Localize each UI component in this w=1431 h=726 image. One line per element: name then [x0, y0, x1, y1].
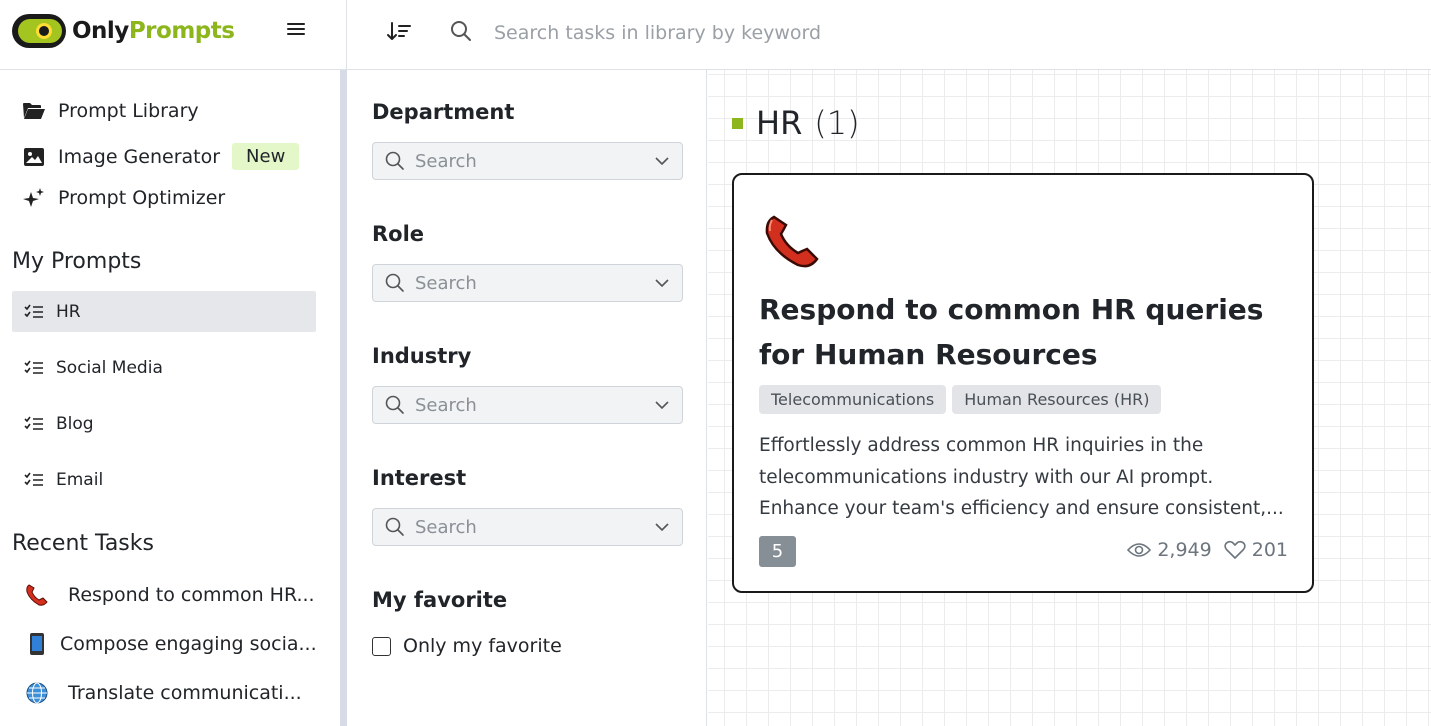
telephone-receiver-icon [24, 582, 50, 608]
views-stat: 2,949 [1127, 539, 1212, 561]
top-bar: OnlyPrompts [0, 0, 1431, 70]
group-marker [732, 117, 743, 129]
views-count: 2,949 [1157, 539, 1212, 561]
my-prompt-social-media[interactable]: Social Media [12, 347, 316, 388]
search-icon [385, 517, 404, 536]
telephone-receiver-icon [765, 215, 819, 268]
checklist-icon [24, 304, 46, 320]
search-input[interactable] [494, 18, 1094, 48]
recent-tasks-heading: Recent Tasks [12, 531, 154, 556]
card-description: Effortlessly address common HR inquiries… [759, 435, 1284, 519]
recent-task-item[interactable]: Respond to common HR... [12, 582, 315, 608]
nav-label: Image Generator [58, 145, 221, 168]
filter-panel: Department Search Role Search Industry S… [347, 70, 707, 726]
group-heading: HR (1) [732, 104, 860, 142]
my-prompt-label: Blog [56, 413, 94, 434]
chevron-down-icon [655, 279, 669, 288]
my-prompt-label: Social Media [56, 357, 163, 378]
nav-prompt-library[interactable]: Prompt Library [12, 100, 199, 122]
my-prompt-blog[interactable]: Blog [12, 403, 316, 444]
globe-icon [24, 680, 50, 706]
my-prompt-hr[interactable]: HR [12, 291, 316, 332]
select-placeholder: Search [415, 150, 477, 172]
role-filter-label: Role [372, 222, 425, 246]
select-placeholder: Search [415, 272, 477, 294]
logo-icon [12, 14, 66, 48]
department-filter-label: Department [372, 100, 515, 124]
recent-task-label: Respond to common HR... [68, 584, 315, 606]
favorite-checkbox[interactable] [372, 636, 391, 656]
select-placeholder: Search [415, 394, 477, 416]
card-tags: Telecommunications Human Resources (HR) [759, 385, 1162, 414]
industry-select[interactable]: Search [372, 386, 683, 424]
search-icon [451, 21, 471, 41]
card-stats: 2,949 201 [1127, 539, 1288, 561]
favorite-filter-label: My favorite [372, 588, 508, 612]
search-icon [385, 151, 404, 170]
prompt-count-badge: 5 [759, 536, 796, 567]
logo-text: OnlyPrompts [72, 18, 235, 44]
menu-icon[interactable] [287, 20, 307, 40]
likes-stat[interactable]: 201 [1224, 539, 1288, 561]
department-select[interactable]: Search [372, 142, 683, 180]
chevron-down-icon [655, 523, 669, 532]
new-badge: New [232, 143, 300, 170]
recent-task-label: Compose engaging socia... [60, 633, 317, 655]
chevron-down-icon [655, 157, 669, 166]
role-select[interactable]: Search [372, 264, 683, 302]
interest-filter-label: Interest [372, 466, 467, 490]
favorite-checkbox-row[interactable]: Only my favorite [372, 635, 562, 657]
card-title: Respond to common HR queries for Human R… [759, 293, 1264, 371]
group-title: HR [756, 104, 803, 142]
prompt-card[interactable]: Respond to common HR queries for Human R… [732, 173, 1314, 593]
main-content: HR (1) Respond to common HR queries for … [708, 70, 1431, 726]
select-placeholder: Search [415, 516, 477, 538]
my-prompts-heading: My Prompts [12, 249, 142, 274]
my-prompt-label: Email [56, 469, 104, 490]
my-prompt-label: HR [56, 301, 81, 322]
likes-count: 201 [1251, 539, 1288, 561]
group-count: (1) [814, 104, 860, 142]
nav-label: Prompt Optimizer [58, 187, 226, 209]
search-icon [385, 395, 404, 414]
image-icon [22, 146, 46, 168]
tag[interactable]: Telecommunications [759, 385, 947, 414]
checklist-icon [24, 360, 46, 376]
nav-prompt-optimizer[interactable]: Prompt Optimizer [12, 187, 225, 209]
sort-icon[interactable] [386, 20, 412, 44]
brand-area: OnlyPrompts [0, 0, 347, 69]
sidebar: Prompt Library Image Generator New Promp… [0, 70, 340, 726]
sidebar-scrollbar[interactable] [340, 70, 347, 726]
mobile-phone-icon [24, 631, 50, 657]
nav-label: Prompt Library [58, 100, 199, 122]
heart-icon [1224, 540, 1246, 559]
sparkles-icon [22, 187, 46, 209]
search-icon [385, 273, 404, 292]
folder-open-icon [22, 100, 46, 122]
favorite-checkbox-label: Only my favorite [403, 635, 562, 657]
interest-select[interactable]: Search [372, 508, 683, 546]
tag[interactable]: Human Resources (HR) [952, 385, 1162, 414]
my-prompt-email[interactable]: Email [12, 459, 316, 500]
recent-task-item[interactable]: Compose engaging socia... [12, 631, 317, 657]
industry-filter-label: Industry [372, 344, 472, 368]
nav-image-generator[interactable]: Image Generator New [12, 143, 300, 170]
logo[interactable]: OnlyPrompts [12, 14, 235, 48]
checklist-icon [24, 416, 46, 432]
recent-task-label: Translate communicati... [68, 682, 302, 704]
eye-icon [1127, 543, 1152, 557]
recent-task-item[interactable]: Translate communicati... [12, 680, 302, 706]
checklist-icon [24, 472, 46, 488]
chevron-down-icon [655, 401, 669, 410]
